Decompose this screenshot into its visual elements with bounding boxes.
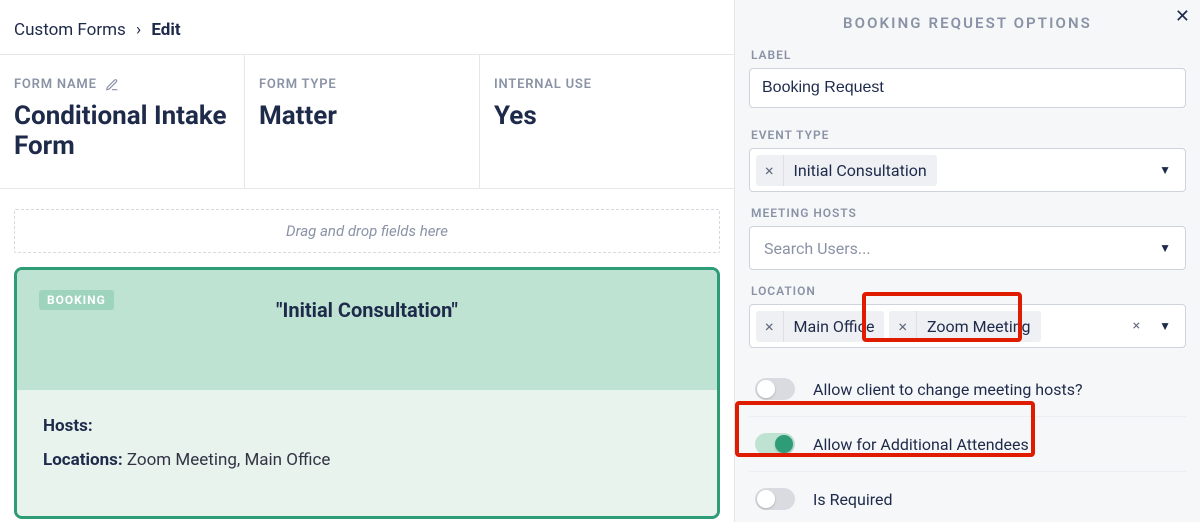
chevron-right-icon: › <box>136 20 141 40</box>
toggle-required-row: Is Required <box>749 472 1186 522</box>
meeting-hosts-caption: MEETING HOSTS <box>751 206 1186 220</box>
caret-down-icon[interactable]: ▼ <box>1151 241 1179 255</box>
toggle-change-hosts-row: Allow client to change meeting hosts? <box>749 362 1186 417</box>
toggle-required[interactable] <box>755 488 795 510</box>
label-caption: LABEL <box>751 48 1186 62</box>
chip-text: Initial Consultation <box>784 155 937 186</box>
event-type-select[interactable]: × Initial Consultation ▼ <box>749 148 1186 192</box>
event-type-caption: EVENT TYPE <box>751 128 1186 142</box>
label-input[interactable] <box>749 68 1186 108</box>
toggle-additional-attendees-row: Allow for Additional Attendees <box>749 417 1186 472</box>
form-type-value: Matter <box>259 102 465 132</box>
meeting-hosts-placeholder: Search Users... <box>756 239 871 258</box>
locations-value: Zoom Meeting, Main Office <box>127 450 331 470</box>
field-badge: BOOKING <box>39 290 114 310</box>
toggle-change-hosts[interactable] <box>755 378 795 400</box>
hosts-label: Hosts: <box>43 416 93 436</box>
remove-chip-icon[interactable]: × <box>756 311 784 342</box>
field-title: "Initial Consultation" <box>43 298 691 322</box>
toggle-additional-attendees-label: Allow for Additional Attendees <box>813 435 1029 454</box>
remove-chip-icon[interactable]: × <box>756 155 784 186</box>
toggle-change-hosts-label: Allow client to change meeting hosts? <box>813 380 1083 399</box>
internal-use-value: Yes <box>494 102 720 132</box>
panel-title: BOOKING REQUEST OPTIONS <box>749 8 1186 42</box>
close-icon[interactable]: ✕ <box>1175 6 1190 27</box>
form-name-value: Conditional Intake Form <box>14 102 230 162</box>
toggle-additional-attendees[interactable] <box>755 433 795 455</box>
edit-icon[interactable] <box>105 78 119 92</box>
booking-field-card[interactable]: BOOKING "Initial Consultation" Hosts: Lo… <box>14 267 720 519</box>
dropzone-top[interactable]: Drag and drop fields here <box>14 209 720 253</box>
location-chip-zoom: × Zoom Meeting <box>889 311 1040 342</box>
location-chip-main-office: × Main Office <box>756 311 884 342</box>
remove-chip-icon[interactable]: × <box>889 311 917 342</box>
chip-text: Main Office <box>784 311 885 342</box>
caret-down-icon[interactable]: ▼ <box>1151 163 1179 177</box>
options-panel: ✕ BOOKING REQUEST OPTIONS LABEL EVENT TY… <box>734 0 1200 522</box>
caret-down-icon[interactable]: ▼ <box>1151 319 1179 333</box>
form-header: FORM NAME Conditional Intake Form FORM T… <box>0 55 734 189</box>
location-select[interactable]: × Main Office × Zoom Meeting × ▼ <box>749 304 1186 348</box>
breadcrumb-current: Edit <box>151 20 180 40</box>
form-name-label: FORM NAME <box>14 77 97 92</box>
breadcrumb-root[interactable]: Custom Forms <box>14 20 126 40</box>
locations-label: Locations: <box>43 450 123 470</box>
meeting-hosts-select[interactable]: Search Users... ▼ <box>749 226 1186 270</box>
internal-use-label: INTERNAL USE <box>494 77 720 92</box>
location-caption: LOCATION <box>751 284 1186 298</box>
clear-all-icon[interactable]: × <box>1127 318 1146 334</box>
event-type-chip: × Initial Consultation <box>756 155 937 186</box>
breadcrumb: Custom Forms › Edit <box>0 0 734 55</box>
toggle-required-label: Is Required <box>813 490 893 509</box>
form-type-label: FORM TYPE <box>259 77 465 92</box>
chip-text: Zoom Meeting <box>917 311 1041 342</box>
